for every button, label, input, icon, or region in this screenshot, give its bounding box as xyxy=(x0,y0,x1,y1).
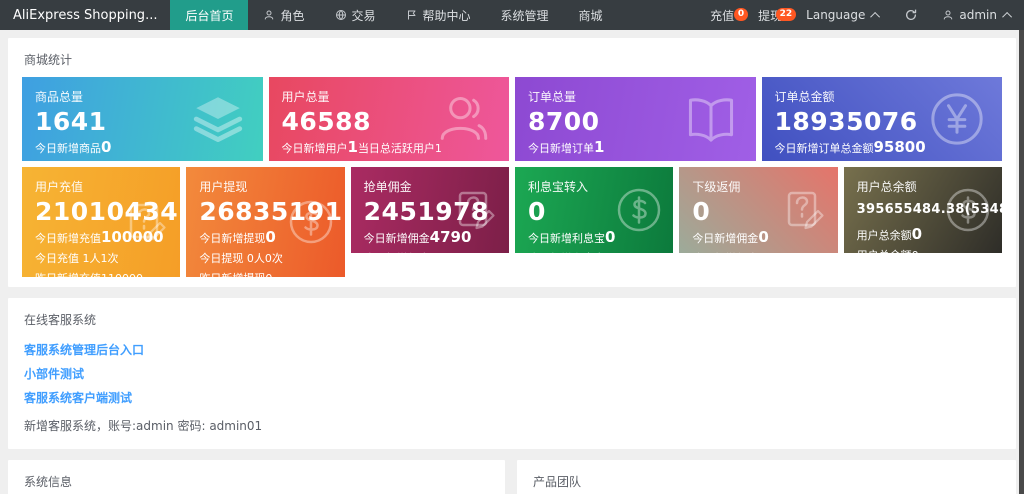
stat-card-user-withdraw: 用户提现26835191.7今日新增提现0今日提现 0人0次昨日新增提现0昨日提… xyxy=(186,167,344,277)
nav-item-help-center[interactable]: 帮助中心 xyxy=(391,0,486,30)
stat-card-title: 订单总金额 xyxy=(775,88,990,105)
service-panel-title: 在线客服系统 xyxy=(8,298,1016,337)
stat-card-title: 利息宝转入 xyxy=(528,178,660,195)
doc-icon xyxy=(122,198,170,246)
nav-item-mall[interactable]: 商城 xyxy=(564,0,618,30)
widget-test-link[interactable]: 小部件测试 xyxy=(8,361,100,385)
stat-card-user-recharge: 用户充值210104341.2今日新增充值100000今日充值 1人1次昨日新增… xyxy=(22,167,180,277)
stat-card-line: 昨日新增充值110000 xyxy=(35,270,167,278)
stat-card-user-balance: 用户总余额395655484.38(53480731447)用户总余额0用户总余… xyxy=(844,167,1002,253)
stat-card-title: 用户总余额 xyxy=(857,178,989,195)
admin-user-menu[interactable]: admin xyxy=(930,8,1024,22)
stat-card-title: 用户充值 xyxy=(35,178,167,195)
stat-card-products-total: 商品总量1641今日新增商品0昨日新增商品0 xyxy=(22,77,263,161)
product-team-panel: 产品团队 xyxy=(517,460,1016,494)
customer-service-panel: 在线客服系统 客服系统管理后台入口 小部件测试 客服系统客户端测试 新增客服系统… xyxy=(8,298,1016,449)
user-icon xyxy=(942,9,954,21)
service-account-note: 新增客服系统，账号:admin 密码: admin01 xyxy=(8,409,1016,436)
stat-card-line: 昨日新增佣金0 xyxy=(692,250,824,254)
stat-card-title: 订单总量 xyxy=(528,88,743,105)
stat-card-title: 抢单佣金 xyxy=(364,178,496,195)
stat-card-line: 昨日新增订单5 xyxy=(528,160,743,162)
stat-card-interest-in: 利息宝转入0今日新增利息宝0昨日新增利息宝0 xyxy=(515,167,673,253)
nav-item-system-management[interactable]: 系统管理 xyxy=(486,0,564,30)
stat-card-line: 昨日新增用户2 当日总活跃用户1 xyxy=(282,160,497,162)
system-info-title: 系统信息 xyxy=(8,460,505,494)
service-admin-entry-link[interactable]: 客服系统管理后台入口 xyxy=(8,337,160,361)
stat-card-line: 昨日新增订单总金额55945 xyxy=(775,160,990,162)
stat-card-title: 用户总量 xyxy=(282,88,497,105)
stat-card-line: 用户总余额0 xyxy=(857,247,989,253)
nav-item-dashboard[interactable]: 后台首页 xyxy=(170,0,248,30)
system-info-panel: 系统信息 当前程序版本AliExpress Shopping运行PHP版本7.2… xyxy=(8,460,505,494)
stat-card-orders-total: 订单总量8700今日新增订单1昨日新增订单5 xyxy=(515,77,756,161)
refresh-icon xyxy=(904,8,918,22)
stat-card-line: 昨日新增提现0 xyxy=(199,270,331,278)
chevron-up-icon xyxy=(871,11,881,21)
stat-card-grab-commission: 抢单佣金2451978今日新增佣金4790昨日新增佣金13535 xyxy=(351,167,509,253)
globe-icon xyxy=(335,9,347,21)
dollar-icon xyxy=(287,198,335,246)
main-content: 商城统计 商品总量1641今日新增商品0昨日新增商品0用户总量46588今日新增… xyxy=(0,30,1024,494)
language-dropdown[interactable]: Language xyxy=(794,8,892,22)
refresh-button[interactable] xyxy=(892,8,930,22)
stat-card-line: 今日充值 1人1次 xyxy=(35,250,167,266)
stats-cards-row-1: 商品总量1641今日新增商品0昨日新增商品0用户总量46588今日新增用户1 当… xyxy=(22,77,1002,161)
stat-card-title: 用户提现 xyxy=(199,178,331,195)
service-client-test-link[interactable]: 客服系统客户端测试 xyxy=(8,385,148,409)
stats-panel-title: 商城统计 xyxy=(8,38,1016,77)
withdraw-button[interactable]: 提现 22 xyxy=(746,7,794,24)
flag-icon xyxy=(406,9,418,21)
stats-cards-row-2: 用户充值210104341.2今日新增充值100000今日充值 1人1次昨日新增… xyxy=(22,167,1002,277)
stat-card-title: 下级返佣 xyxy=(692,178,824,195)
navbar-right: 充值 0 提现 22 Language admin xyxy=(698,0,1024,30)
page-scrollbar[interactable] xyxy=(1019,0,1024,494)
chevron-up-icon xyxy=(1002,11,1012,21)
top-navbar: AliExpress Shopping... 后台首页 角色 交易 帮助中心 系… xyxy=(0,0,1024,30)
stat-card-users-total: 用户总量46588今日新增用户1 当日总活跃用户1昨日新增用户2 当日总活跃用户… xyxy=(269,77,510,161)
stat-card-title: 商品总量 xyxy=(35,88,250,105)
stat-card-line: 昨日新增商品0 xyxy=(35,160,250,162)
product-team-title: 产品团队 xyxy=(517,460,1016,494)
nav-item-transactions[interactable]: 交易 xyxy=(320,0,391,30)
nav-item-roles[interactable]: 角色 xyxy=(248,0,319,30)
mall-statistics-panel: 商城统计 商品总量1641今日新增商品0昨日新增商品0用户总量46588今日新增… xyxy=(8,38,1016,287)
stat-card-sub-rebate: 下级返佣0今日新增佣金0昨日新增佣金0 xyxy=(679,167,837,253)
recharge-button[interactable]: 充值 0 xyxy=(698,7,746,24)
stat-card-line: 昨日新增利息宝0 xyxy=(528,250,660,254)
app-logo: AliExpress Shopping... xyxy=(0,0,170,30)
stat-card-line: 今日提现 0人0次 xyxy=(199,250,331,266)
stat-card-orders-amount: 订单总金额18935076今日新增订单总金额95800昨日新增订单总金额5594… xyxy=(762,77,1003,161)
withdraw-badge: 22 xyxy=(776,8,797,21)
user-icon xyxy=(263,9,275,21)
stat-card-line: 昨日新增佣金13535 xyxy=(364,250,496,254)
